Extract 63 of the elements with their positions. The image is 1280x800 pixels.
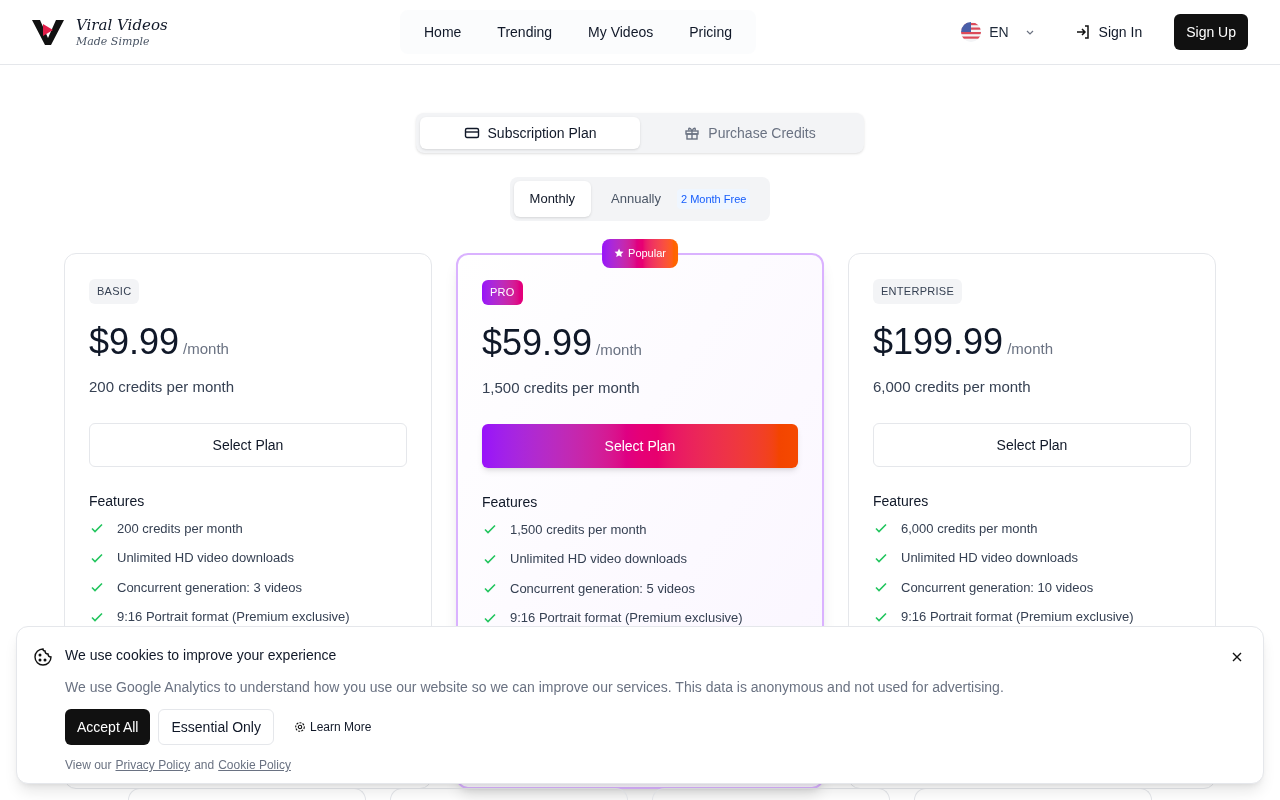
learn-more-button[interactable]: Learn More — [281, 709, 384, 745]
plan-tier-badge: ENTERPRISE — [873, 279, 963, 304]
features-heading: Features — [873, 491, 930, 511]
gift-icon — [684, 125, 701, 141]
language-selector[interactable]: EN — [953, 18, 1043, 46]
nav-link[interactable]: Pricing — [673, 14, 748, 50]
feature-text: Concurrent generation: 3 videos — [117, 578, 302, 597]
sign-in-icon — [1074, 24, 1091, 40]
feature-text: Concurrent generation: 10 videos — [901, 578, 1094, 597]
cookie-text: We use Google Analytics to understand how you use our website so we can improve our services. This data is anonymous and not used for advertising. — [65, 678, 1004, 697]
plan-tier-badge: PRO — [482, 280, 523, 305]
plan-credits: 1,500 credits per month — [482, 378, 641, 398]
billing-label: Annually — [611, 190, 661, 209]
logo-icon — [32, 18, 64, 46]
feature-text: 9:16 Portrait format (Premium exclusive) — [901, 608, 1134, 626]
flag-icon — [961, 22, 982, 42]
brand-name: Viral Videos — [76, 15, 168, 35]
policy-note-text: View our — [65, 757, 112, 773]
cookie-policy-link[interactable]: Cookie Policy — [218, 757, 291, 773]
discount-badge: 2 Month Free — [677, 188, 751, 210]
privacy-policy-link[interactable]: Privacy Policy — [115, 757, 191, 773]
feature-text: 6,000 credits per month — [901, 519, 1038, 538]
select-plan-button[interactable]: Select Plan — [89, 422, 407, 467]
nav-link[interactable]: Home — [408, 14, 478, 50]
essential-only-button[interactable]: Essential Only — [158, 709, 274, 745]
price-period: /month — [1007, 338, 1053, 359]
billing-tab[interactable]: Annually 2 Month Free — [595, 181, 767, 217]
feature-text: 1,500 credits per month — [510, 520, 647, 539]
feature-text: Unlimited HD video downloads — [117, 549, 295, 567]
select-plan-button[interactable]: Select Plan — [873, 422, 1191, 467]
select-plan-button[interactable]: Select Plan — [482, 423, 798, 468]
cookie-icon — [33, 647, 53, 667]
feature-text: 9:16 Portrait format (Premium exclusive) — [510, 609, 743, 627]
nav-link[interactable]: My Videos — [572, 14, 670, 50]
settings-icon — [293, 721, 306, 733]
nav-link[interactable]: Trending — [481, 14, 569, 50]
policy-note-text: and — [194, 757, 215, 773]
plan-tab[interactable]: Subscription Plan — [420, 117, 640, 149]
feature-text: 200 credits per month — [117, 519, 243, 538]
feature-text: Concurrent generation: 5 videos — [510, 579, 695, 598]
feature-text: Unlimited HD video downloads — [510, 550, 688, 568]
plan-price: $9.99 — [89, 323, 180, 360]
price-period: /month — [183, 338, 229, 359]
feature-text: Unlimited HD video downloads — [901, 549, 1079, 567]
plan-price: $199.99 — [873, 323, 1004, 360]
popular-badge: Popular — [602, 239, 678, 268]
features-heading: Features — [482, 492, 539, 512]
price-period: /month — [596, 339, 642, 360]
cookie-title: We use cookies to improve your experience — [65, 646, 338, 665]
brand-tagline: Made Simple — [76, 34, 151, 49]
close-icon — [1231, 651, 1243, 663]
plan-tab[interactable]: Purchase Credits — [640, 117, 860, 149]
sign-in-button[interactable]: Sign In — [1066, 18, 1151, 46]
billing-tab[interactable]: Monthly — [513, 181, 592, 217]
plan-tier-badge: BASIC — [89, 279, 140, 304]
plan-credits: 6,000 credits per month — [873, 377, 1032, 397]
credit-card-icon — [463, 125, 480, 141]
accept-all-button[interactable]: Accept All — [65, 709, 151, 745]
plan-credits: 200 credits per month — [89, 377, 236, 397]
sign-up-button[interactable]: Sign Up — [1174, 14, 1248, 50]
plan-price: $59.99 — [482, 324, 593, 361]
features-heading: Features — [89, 491, 146, 511]
feature-text: 9:16 Portrait format (Premium exclusive) — [117, 608, 350, 626]
